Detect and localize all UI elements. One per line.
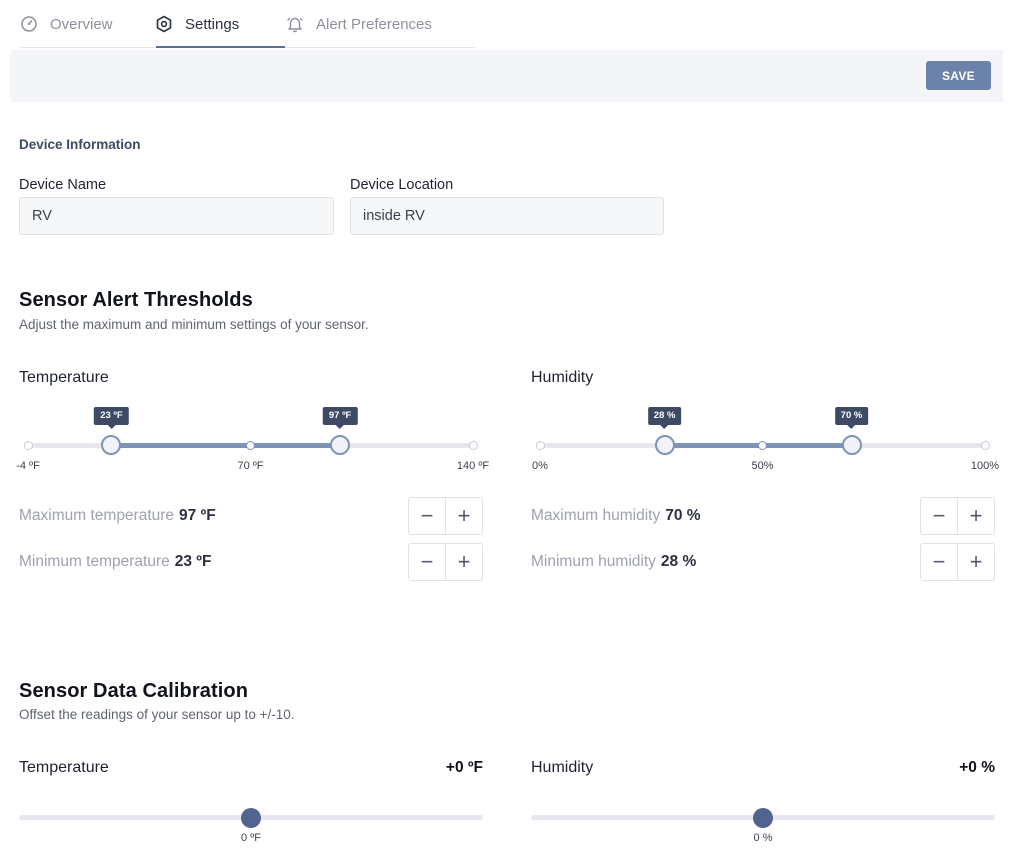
slider-max-mark: 100%: [970, 460, 1000, 472]
min-temperature-handle[interactable]: [101, 435, 122, 455]
min-humidity-row: Minimum humidity 28 %: [531, 543, 696, 581]
temperature-calibration-mark: 0 ºF: [241, 832, 261, 844]
settings-hex-icon: [155, 15, 173, 33]
min-temperature-label: Minimum temperature: [19, 553, 170, 570]
increment-button[interactable]: +: [445, 544, 482, 580]
toolbar: SAVE: [10, 50, 1003, 102]
tab-settings[interactable]: Settings: [155, 0, 239, 48]
max-humidity-value: 70 %: [665, 507, 701, 524]
bell-icon: [286, 15, 304, 33]
device-location-input[interactable]: [350, 197, 664, 235]
min-temperature-tooltip: 23 ºF: [94, 407, 129, 429]
max-humidity-stepper: − +: [920, 497, 995, 535]
min-temperature-value: 23 ºF: [174, 553, 212, 570]
max-temperature-value: 97 ºF: [179, 507, 216, 524]
min-temperature-row: Minimum temperature 23 ºF: [19, 543, 211, 581]
slider-max-dot: [468, 441, 478, 450]
min-temperature-stepper: − +: [408, 543, 483, 581]
minus-icon: −: [420, 549, 434, 574]
plus-icon: +: [969, 503, 983, 528]
increment-button[interactable]: +: [957, 544, 994, 580]
temperature-threshold-title: Temperature: [19, 369, 109, 386]
tab-alert-preferences[interactable]: Alert Preferences: [286, 0, 432, 48]
max-temperature-handle[interactable]: [330, 435, 351, 455]
min-humidity-tooltip: 28 %: [647, 407, 682, 429]
plus-icon: +: [457, 503, 471, 528]
decrement-button[interactable]: −: [921, 544, 957, 580]
slider-min-dot: [23, 441, 33, 450]
calibration-title: Sensor Data Calibration: [19, 680, 249, 702]
device-name-label: Device Name: [19, 177, 107, 193]
max-temperature-row: Maximum temperature 97 ºF: [19, 497, 216, 535]
max-humidity-row: Maximum humidity 70 %: [531, 497, 701, 535]
humidity-threshold-title: Humidity: [531, 369, 594, 386]
tab-alert-preferences-label: Alert Preferences: [316, 15, 432, 33]
min-humidity-stepper: − +: [920, 543, 995, 581]
minus-icon: −: [420, 503, 434, 528]
device-location-label: Device Location: [350, 177, 454, 193]
temperature-calibration-title: Temperature: [19, 759, 109, 776]
device-name-input[interactable]: [19, 197, 334, 235]
plus-icon: +: [969, 549, 983, 574]
max-humidity-handle[interactable]: [841, 435, 862, 455]
increment-button[interactable]: +: [445, 498, 482, 534]
humidity-calibration-mark: 0 %: [753, 832, 773, 844]
humidity-calibration-value: +0 %: [959, 759, 995, 776]
slider-mid-mark: 70 ºF: [237, 460, 264, 472]
humidity-range-slider[interactable]: 28 % 70 % 0% 50% 100%: [532, 402, 999, 482]
humidity-calibration-title: Humidity: [531, 759, 594, 776]
max-temperature-stepper: − +: [408, 497, 483, 535]
minus-icon: −: [932, 549, 946, 574]
calibration-subtitle: Offset the readings of your sensor up to…: [19, 707, 295, 722]
slider-mid-dot: [246, 441, 255, 450]
plus-icon: +: [457, 549, 471, 574]
max-temperature-tooltip: 97 ºF: [322, 407, 358, 429]
slider-min-dot: [535, 441, 545, 450]
slider-max-mark: 140 ºF: [456, 460, 490, 472]
tab-overview[interactable]: Overview: [20, 0, 113, 48]
slider-max-dot: [980, 441, 990, 450]
decrement-button[interactable]: −: [409, 498, 445, 534]
min-humidity-label: Minimum humidity: [531, 553, 656, 570]
min-humidity-value: 28 %: [660, 553, 697, 570]
slider-min-mark: -4 ºF: [16, 460, 40, 472]
temperature-calibration-handle[interactable]: [241, 808, 261, 828]
max-temperature-label: Maximum temperature: [19, 507, 175, 524]
minus-icon: −: [932, 503, 946, 528]
thresholds-subtitle: Adjust the maximum and minimum settings …: [19, 317, 369, 332]
humidity-calibration-handle[interactable]: [753, 808, 773, 828]
max-humidity-tooltip: 70 %: [834, 407, 869, 429]
save-button[interactable]: SAVE: [926, 61, 991, 90]
thresholds-title: Sensor Alert Thresholds: [19, 289, 253, 311]
slider-fill: [111, 443, 341, 448]
max-humidity-label: Maximum humidity: [531, 507, 661, 524]
tab-overview-label: Overview: [50, 15, 113, 33]
slider-min-mark: 0%: [532, 460, 548, 472]
active-tab-indicator: [156, 46, 285, 48]
temperature-calibration-value: +0 ºF: [445, 759, 483, 776]
device-info-title: Device Information: [19, 137, 141, 152]
gauge-icon: [20, 15, 38, 33]
slider-mid-mark: 50%: [751, 460, 774, 472]
temperature-range-slider[interactable]: 23 ºF 97 ºF -4 ºF 70 ºF 140 ºF: [16, 402, 489, 482]
slider-mid-dot: [758, 441, 767, 450]
increment-button[interactable]: +: [957, 498, 994, 534]
decrement-button[interactable]: −: [409, 544, 445, 580]
decrement-button[interactable]: −: [921, 498, 957, 534]
tab-settings-label: Settings: [185, 15, 240, 33]
min-humidity-handle[interactable]: [654, 435, 675, 455]
